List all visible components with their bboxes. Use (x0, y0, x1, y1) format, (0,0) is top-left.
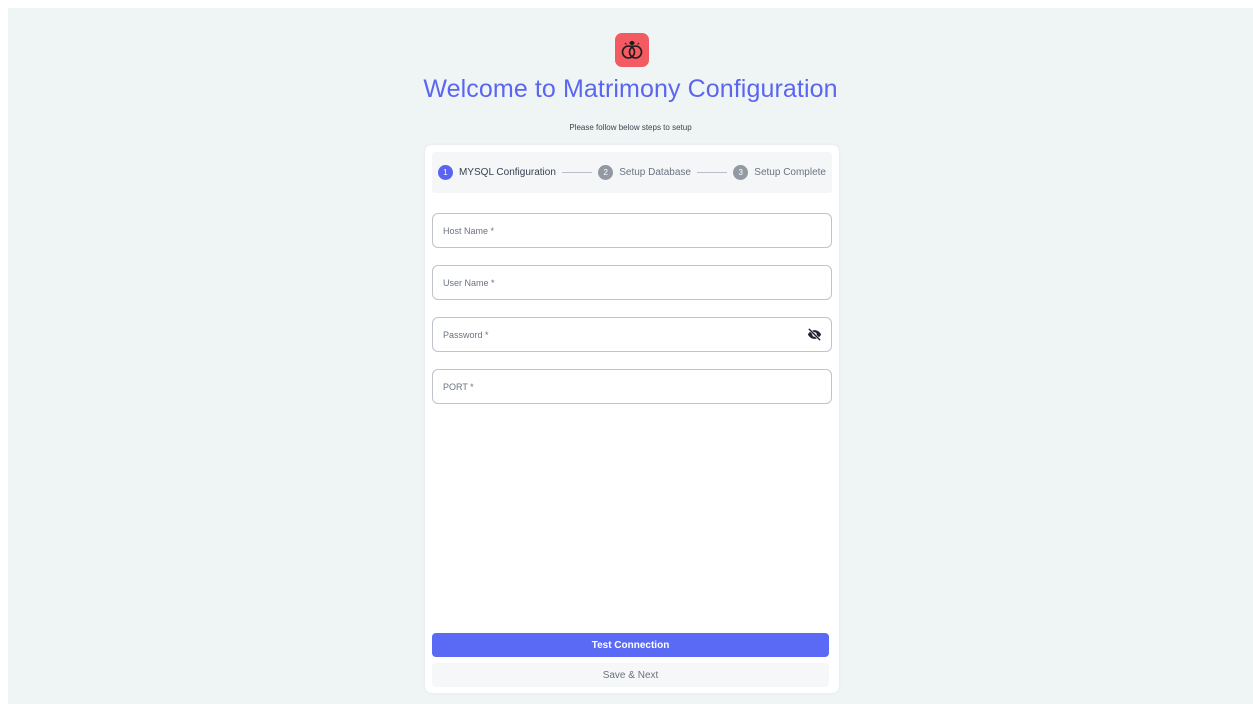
step-connector (561, 172, 593, 173)
save-next-button[interactable]: Save & Next (432, 663, 829, 687)
stepper: 1 MYSQL Configuration 2 Setup Database 3… (432, 152, 832, 193)
step-number: 3 (733, 165, 749, 180)
page-title: Welcome to Matrimony Configuration (423, 75, 838, 103)
page-subtitle: Please follow below steps to setup (569, 123, 692, 132)
password-field (432, 317, 832, 352)
step-label: Setup Complete (754, 167, 826, 178)
port-field (432, 369, 832, 404)
step-number: 2 (598, 165, 614, 180)
user-name-input[interactable] (433, 266, 831, 299)
step-label: Setup Database (619, 167, 691, 178)
step-label: MYSQL Configuration (459, 167, 556, 178)
port-input[interactable] (433, 370, 831, 403)
step-setup-complete: 3 Setup Complete (733, 165, 826, 180)
configuration-card: 1 MYSQL Configuration 2 Setup Database 3… (425, 145, 839, 693)
step-number: 1 (438, 165, 453, 180)
step-connector (696, 172, 728, 173)
eye-off-icon[interactable] (807, 327, 822, 342)
password-input[interactable] (433, 318, 831, 351)
host-name-field (432, 213, 832, 248)
user-name-field (432, 265, 832, 300)
step-setup-database: 2 Setup Database (598, 165, 691, 180)
page-background: Welcome to Matrimony Configuration Pleas… (8, 8, 1253, 704)
wedding-rings-icon (615, 33, 649, 67)
test-connection-button[interactable]: Test Connection (432, 633, 829, 657)
host-name-input[interactable] (433, 214, 831, 247)
step-mysql-configuration: 1 MYSQL Configuration (438, 165, 556, 180)
